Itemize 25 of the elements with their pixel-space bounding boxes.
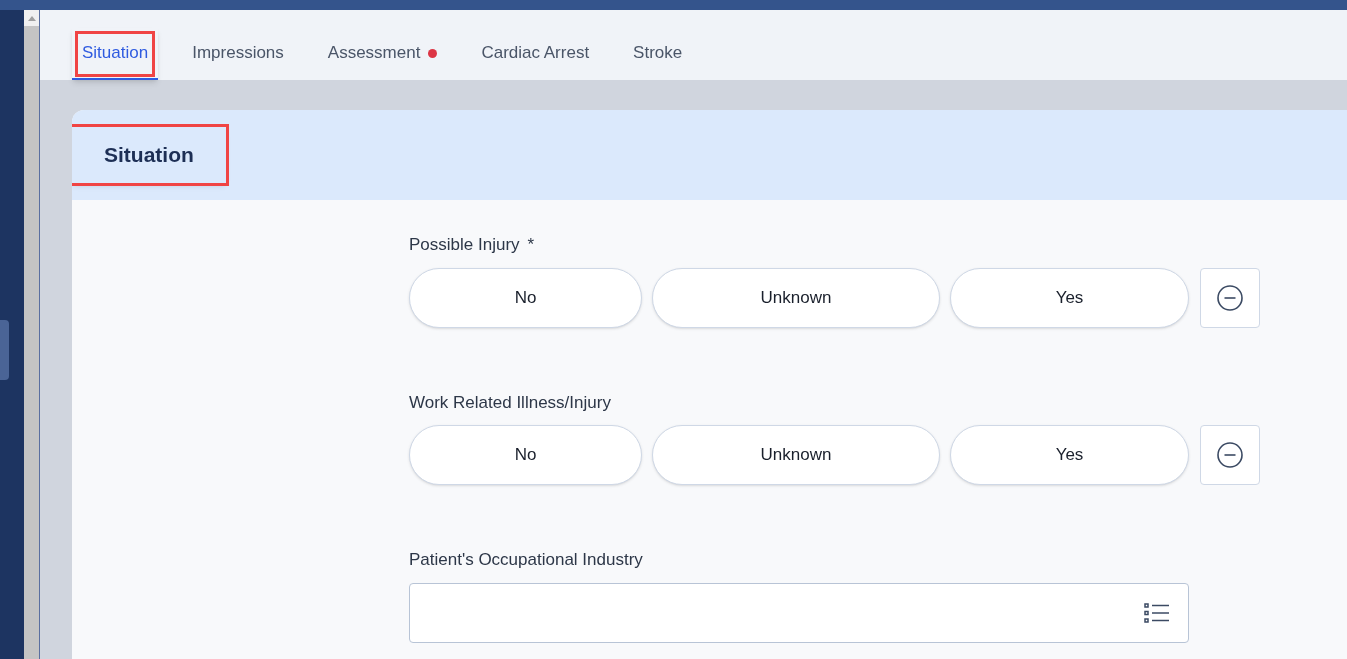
option-button[interactable]: Unknown: [652, 425, 940, 485]
list-icon: [1144, 601, 1170, 624]
tab[interactable]: Cardiac Arrest: [471, 28, 600, 80]
option-button[interactable]: Yes: [950, 425, 1189, 485]
tab[interactable]: Stroke: [623, 28, 693, 80]
scroll-up-icon[interactable]: [27, 15, 36, 21]
option-button[interactable]: No: [409, 267, 642, 328]
option-button[interactable]: Yes: [950, 267, 1189, 328]
option-button[interactable]: No: [409, 425, 642, 485]
field-label: Work Related Illness/Injury: [409, 391, 611, 414]
field-label: Possible Injury: [409, 234, 520, 256]
scrollbar[interactable]: [24, 10, 40, 659]
required-mark: *: [527, 234, 535, 256]
option-button[interactable]: Unknown: [652, 267, 940, 328]
minus-circle-icon: [1217, 442, 1243, 468]
select-field[interactable]: [409, 582, 1189, 643]
section-title: Situation: [72, 127, 226, 183]
tab[interactable]: Impressions: [182, 28, 294, 80]
tab[interactable]: Assessment: [317, 28, 448, 80]
clear-button[interactable]: [1200, 425, 1260, 485]
clear-button[interactable]: [1200, 267, 1260, 328]
minus-circle-icon: [1217, 284, 1243, 311]
sidebar-handle[interactable]: [0, 320, 9, 380]
tab[interactable]: Situation: [72, 28, 159, 80]
field-label: Patient's Occupational Industry: [409, 549, 643, 571]
